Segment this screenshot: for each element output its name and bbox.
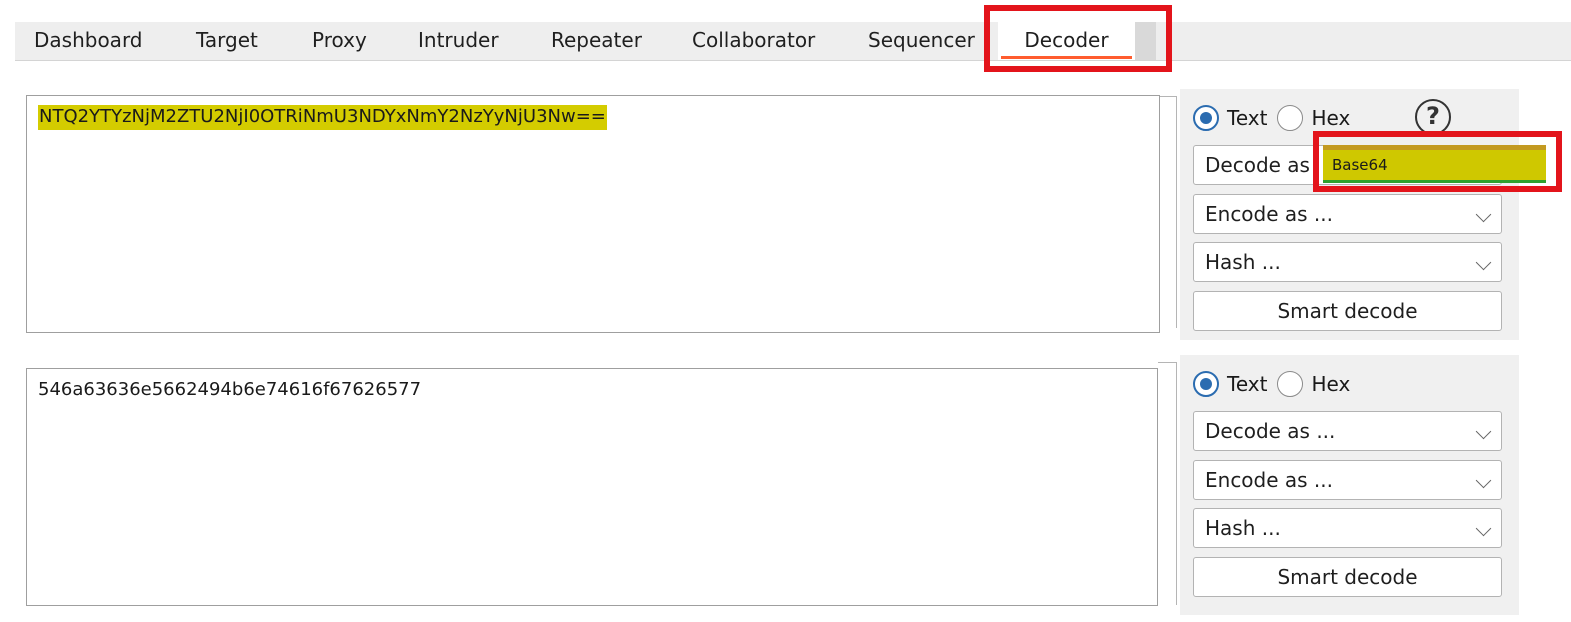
hash-label-2: Hash ... [1205,516,1281,540]
decode-as-label-1: Decode as [1205,153,1310,177]
output-text: 546a63636e5662494b6e74616f67626577 [38,379,422,400]
smart-decode-button-2[interactable]: Smart decode [1193,557,1502,597]
radio-text-1-label: Text [1227,106,1268,130]
encode-as-label-2: Encode as ... [1205,468,1334,492]
input-text-wrap: NTQ2YTYzNjM2ZTU2NjI0OTRiNmU3NDYxNmY2NzYy… [38,105,607,130]
radio-hex-1-label: Hex [1311,106,1351,130]
tab-proxy[interactable]: Proxy [312,22,367,60]
hash-select-2[interactable]: Hash ... [1193,508,1502,548]
radio-hex-2-label: Hex [1311,372,1351,396]
encode-as-select-2[interactable]: Encode as ... [1193,460,1502,500]
smart-decode-button-1[interactable]: Smart decode [1193,291,1502,331]
radio-hex-2[interactable] [1277,371,1304,397]
annotation-box-base64 [1313,131,1562,192]
chevron-down-icon [1475,423,1492,440]
chevron-down-icon [1475,520,1492,537]
radio-text-2[interactable] [1193,371,1219,397]
mode-radio-group-1: Text Hex [1193,104,1360,132]
mode-radio-group-2: Text Hex [1193,370,1360,398]
decode-as-select-2[interactable]: Decode as ... [1193,411,1502,451]
radio-text-2-label: Text [1227,372,1268,396]
hash-label-1: Hash ... [1205,250,1281,274]
editor-2-edge [1158,362,1177,605]
tab-repeater[interactable]: Repeater [551,22,642,60]
encode-as-label-1: Encode as ... [1205,202,1334,226]
decode-as-label-2: Decode as ... [1205,419,1336,443]
input-text-selected: NTQ2YTYzNjM2ZTU2NjI0OTRiNmU3NDYxNmY2NzYy… [38,105,607,130]
chevron-down-icon [1475,206,1492,223]
editor-1-edge [1160,96,1177,328]
annotation-box-decoder-tab [984,5,1172,72]
help-icon[interactable]: ? [1415,99,1451,135]
input-editor[interactable]: NTQ2YTYzNjM2ZTU2NjI0OTRiNmU3NDYxNmY2NzYy… [26,95,1160,333]
hash-select-1[interactable]: Hash ... [1193,242,1502,282]
chevron-down-icon [1475,472,1492,489]
chevron-down-icon [1475,254,1492,271]
tab-collaborator[interactable]: Collaborator [692,22,815,60]
tab-sequencer[interactable]: Sequencer [868,22,975,60]
encode-as-select-1[interactable]: Encode as ... [1193,194,1502,234]
radio-hex-1[interactable] [1277,105,1304,131]
panel-2-controls: Text Hex Decode as ... Encode as ... Has… [1180,355,1519,615]
tab-bar: Dashboard Target Proxy Intruder Repeater… [15,22,1571,61]
output-editor[interactable]: 546a63636e5662494b6e74616f67626577 [26,368,1158,606]
panel-1-controls: Text Hex ? Decode as Encode as ... Hash … [1180,89,1519,340]
tab-dashboard[interactable]: Dashboard [34,22,143,60]
tab-intruder[interactable]: Intruder [418,22,499,60]
tab-target[interactable]: Target [196,22,258,60]
radio-text-1[interactable] [1193,105,1219,131]
